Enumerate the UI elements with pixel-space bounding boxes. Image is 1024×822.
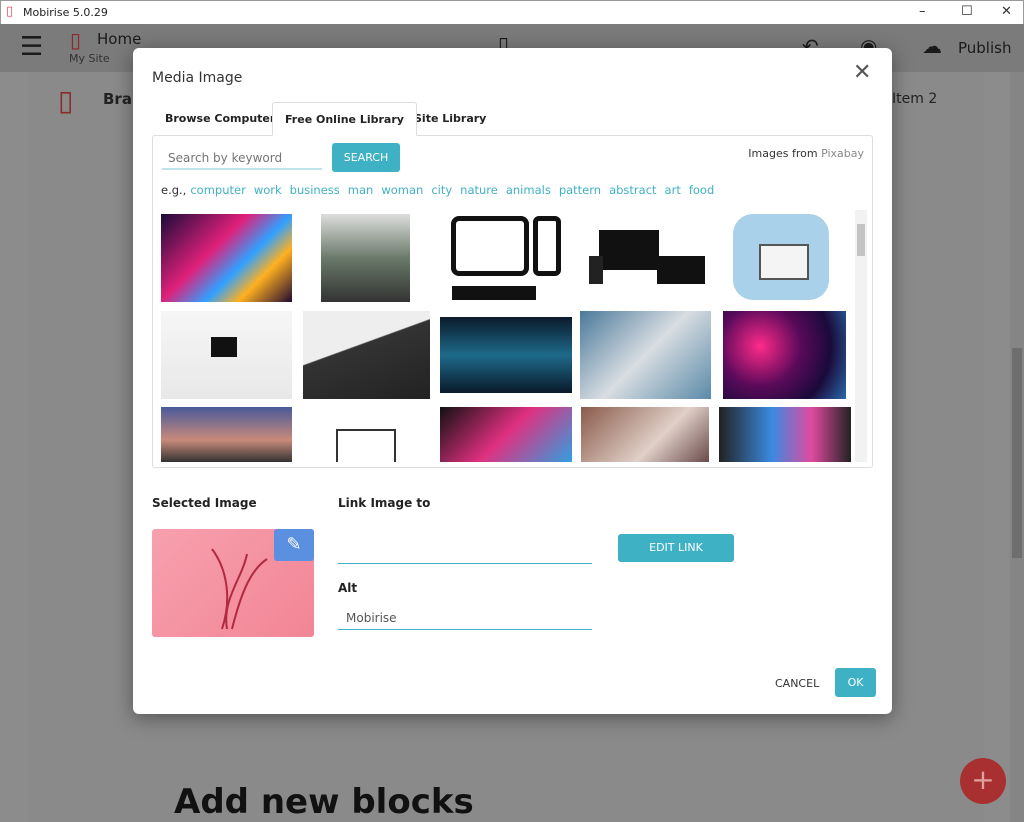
edit-link-button[interactable]: EDIT LINK xyxy=(618,534,734,562)
image-thumbnail[interactable] xyxy=(731,214,831,302)
image-thumbnail[interactable] xyxy=(161,214,292,302)
keyword-link-computer[interactable]: computer xyxy=(190,183,245,197)
source-credit: Images from Pixabay xyxy=(748,147,864,160)
tab-label: Browse Computer xyxy=(165,112,276,125)
tab-browse-computer[interactable]: Browse Computer xyxy=(153,102,287,136)
search-input[interactable] xyxy=(162,148,322,170)
image-thumbnail[interactable] xyxy=(161,407,292,462)
keyword-link-nature[interactable]: nature xyxy=(460,183,498,197)
page-name[interactable]: Home xyxy=(97,30,141,48)
keyword-link-man[interactable]: man xyxy=(348,183,374,197)
cancel-button[interactable]: CANCEL xyxy=(775,677,819,690)
window-title: Mobirise 5.0.29 xyxy=(23,6,108,19)
close-dialog-icon[interactable]: ✕ xyxy=(853,60,871,85)
image-thumbnail[interactable] xyxy=(719,407,851,462)
image-thumbnail[interactable] xyxy=(723,311,846,399)
image-thumbnail[interactable] xyxy=(585,226,705,286)
edit-image-button[interactable]: ✎ xyxy=(274,529,314,561)
publish-button[interactable]: Publish xyxy=(958,39,1011,57)
keyword-link-work[interactable]: work xyxy=(254,183,282,197)
window-titlebar: ▯ Mobirise 5.0.29 – ☐ ✕ xyxy=(0,0,1024,24)
image-thumbnail[interactable] xyxy=(440,317,572,393)
ok-button[interactable]: OK xyxy=(835,668,876,697)
library-panel: SEARCH Images from Pixabay e.g.,computer… xyxy=(152,135,873,468)
pixabay-link[interactable]: Pixabay xyxy=(821,147,864,160)
link-image-label: Link Image to xyxy=(338,496,431,510)
maximize-button[interactable]: ☐ xyxy=(961,4,973,19)
image-thumbnail[interactable] xyxy=(161,311,292,399)
image-thumbnail[interactable] xyxy=(580,311,711,399)
keyword-link-woman[interactable]: woman xyxy=(381,183,423,197)
brand-logo-icon: ▯ xyxy=(58,84,74,117)
app-logo-icon: ▯ xyxy=(6,4,14,19)
keyword-link-pattern[interactable]: pattern xyxy=(559,183,601,197)
pencil-icon: ✎ xyxy=(286,534,302,555)
examples-prefix: e.g., xyxy=(161,183,187,197)
cloud-upload-icon[interactable]: ☁ xyxy=(922,34,942,58)
media-image-dialog: Media Image ✕ Browse Computer Free Onlin… xyxy=(133,48,892,714)
search-button[interactable]: SEARCH xyxy=(332,143,400,172)
link-input[interactable] xyxy=(338,542,592,564)
image-thumbnail[interactable] xyxy=(336,429,396,462)
tab-label: Site Library xyxy=(414,112,487,125)
grid-scrollbar[interactable] xyxy=(855,210,867,462)
site-name[interactable]: My Site xyxy=(69,52,110,65)
keyword-link-food[interactable]: food xyxy=(689,183,714,197)
menu-item: Item 2 xyxy=(892,91,938,107)
image-grid xyxy=(153,210,853,462)
page-scrollbar-thumb[interactable] xyxy=(1012,348,1022,558)
minimize-button[interactable]: – xyxy=(919,4,926,19)
image-thumbnail[interactable] xyxy=(303,311,430,399)
grid-scrollbar-thumb[interactable] xyxy=(857,224,865,256)
add-blocks-heading: Add new blocks xyxy=(174,782,474,822)
tab-label: Free Online Library xyxy=(285,113,404,126)
image-thumbnail[interactable] xyxy=(321,214,410,302)
image-thumbnail[interactable] xyxy=(440,407,572,462)
keyword-suggestions: e.g., computer work business man woman city nat… xyxy=(161,183,722,197)
keyword-link-animals[interactable]: animals xyxy=(506,183,551,197)
source-prefix: Images from xyxy=(748,147,818,160)
keyword-link-abstract[interactable]: abstract xyxy=(609,183,656,197)
keyword-link-art[interactable]: art xyxy=(665,183,681,197)
keyword-link-city[interactable]: city xyxy=(431,183,452,197)
add-block-fab[interactable]: + xyxy=(960,758,1006,804)
alt-input[interactable] xyxy=(338,606,592,630)
close-window-button[interactable]: ✕ xyxy=(1001,4,1012,19)
image-thumbnail[interactable] xyxy=(448,214,565,302)
dialog-title: Media Image xyxy=(152,70,243,86)
keyword-link-business[interactable]: business xyxy=(290,183,340,197)
page-icon: ▯ xyxy=(70,28,82,52)
image-thumbnail[interactable] xyxy=(581,407,709,462)
selected-image-label: Selected Image xyxy=(152,496,257,510)
alt-label: Alt xyxy=(338,581,358,595)
hamburger-menu-icon[interactable]: ☰ xyxy=(20,32,43,62)
tab-free-online-library[interactable]: Free Online Library xyxy=(272,102,417,136)
